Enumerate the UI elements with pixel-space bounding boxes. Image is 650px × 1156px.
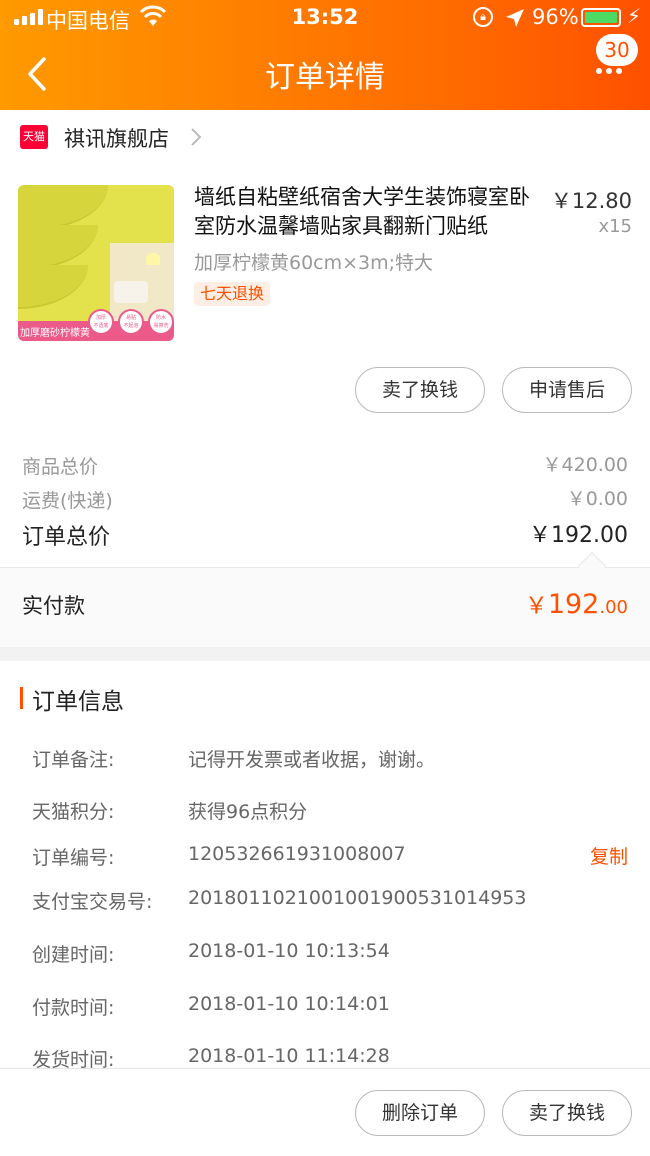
order-info-title: 订单信息 — [32, 689, 124, 715]
location-arrow-icon — [506, 9, 524, 27]
battery-icon — [581, 8, 621, 27]
shop-name-link[interactable]: 祺讯旗舰店 — [64, 123, 169, 153]
page-title: 订单详情 — [265, 60, 385, 95]
goods-total-label: 商品总价 — [22, 456, 99, 478]
paid-label: 实付款 — [22, 594, 85, 618]
order-total-label: 订单总价 — [22, 525, 111, 550]
order-number-label: 订单编号: — [32, 847, 115, 869]
charging-icon: ⚡︎ — [627, 4, 642, 28]
goods-total-value: ￥420.00 — [542, 454, 628, 476]
tmall-points-label: 天猫积分: — [32, 801, 115, 823]
tmall-points-value: 获得96点积分 — [188, 801, 308, 823]
sell-for-cash-footer-button[interactable]: 卖了换钱 — [502, 1090, 632, 1136]
created-time-value: 2018-01-10 10:13:54 — [188, 940, 390, 962]
delete-order-button[interactable]: 删除订单 — [355, 1090, 485, 1136]
shipped-time-value: 2018-01-10 11:14:28 — [188, 1045, 390, 1067]
product-quantity: x15 — [598, 216, 632, 237]
paid-amount: ￥192.00 — [524, 589, 628, 620]
return-policy-tag: 七天退换 — [194, 282, 271, 306]
sell-for-cash-button[interactable]: 卖了换钱 — [355, 367, 485, 413]
battery-percent: 96% — [532, 5, 579, 29]
product-price: ￥12.80 — [550, 189, 632, 213]
order-note-value: 记得开发票或者收据，谢谢。 — [188, 749, 436, 771]
tmall-logo-icon: 天猫 — [20, 125, 48, 149]
copy-order-number-button[interactable]: 复制 — [590, 842, 628, 869]
product-image[interactable]: 加厚磨砂柠檬黄 加厚 不透底 易贴 不起泡 防水 易擦洗 — [18, 185, 174, 341]
order-total-value: ￥192.00 — [529, 523, 628, 548]
product-spec: 加厚柠檬黄60cm×3m;特大 — [194, 252, 434, 274]
app-header: 中国电信 13:52 🔒︎ 96% ⚡︎ 订单详情 30 — [0, 0, 650, 110]
paid-time-label: 付款时间: — [32, 997, 115, 1019]
status-bar: 中国电信 13:52 🔒︎ 96% ⚡︎ — [0, 0, 650, 36]
alipay-trade-no-label: 支付宝交易号: — [32, 891, 153, 913]
request-after-sale-button[interactable]: 申请售后 — [502, 367, 632, 413]
rotation-lock-icon: 🔒︎ — [473, 7, 493, 27]
order-note-label: 订单备注: — [32, 749, 115, 771]
shipping-value: ￥0.00 — [566, 488, 628, 510]
paid-time-value: 2018-01-10 10:14:01 — [188, 993, 390, 1015]
shipping-label: 运费(快递) — [22, 490, 113, 512]
message-count-badge: 30 — [596, 34, 638, 66]
order-number-value: 120532661931008007 — [188, 843, 406, 865]
alipay-trade-no-value: 2018011021001001900531014953 — [188, 887, 527, 909]
created-time-label: 创建时间: — [32, 944, 115, 966]
product-title[interactable]: 墙纸自粘壁纸宿舍大学生装饰寝室卧室防水温馨墙贴家具翻新门贴纸 — [194, 183, 544, 241]
product-image-caption: 加厚磨砂柠檬黄 — [20, 328, 90, 339]
more-menu-icon[interactable] — [596, 68, 622, 74]
chevron-right-icon[interactable] — [188, 126, 204, 148]
